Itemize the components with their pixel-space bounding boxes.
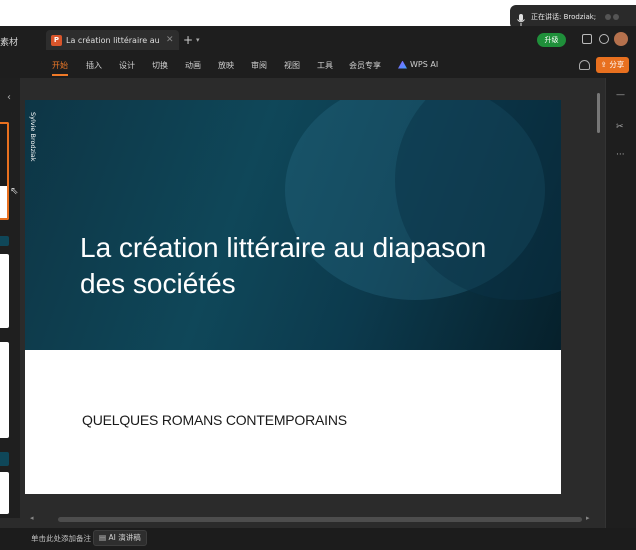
slide-title-line-1: La création littéraire au diapason (80, 232, 487, 263)
app-window: 正在讲话: Brodziak; 素材 P La création littéra… (0, 0, 636, 550)
tab-document-title: La création littéraire au d (66, 35, 162, 45)
menu-insert[interactable]: 插入 (86, 60, 102, 71)
slide-title-line-2: des sociétés (80, 268, 236, 299)
tab-bar: 素材 P La création littéraire au d ✕ + ▾ 升… (0, 26, 636, 54)
wps-ai-icon (398, 60, 407, 69)
close-tab-icon[interactable]: ✕ (166, 35, 174, 45)
slide-canvas[interactable]: Sylvie Brodziak La création littéraire a… (25, 100, 561, 494)
menu-bar: 开始 插入 设计 切换 动画 放映 审阅 视图 工具 会员专享 WPS AI ⇪… (0, 54, 636, 78)
wps-ai-button[interactable]: WPS AI (398, 60, 438, 69)
menu-review[interactable]: 审阅 (251, 60, 267, 71)
menu-tools[interactable]: 工具 (317, 60, 333, 71)
collapse-panel-icon[interactable]: ‹ (7, 92, 11, 103)
slide-thumbnail-2-top[interactable] (0, 236, 9, 246)
minimize-panel-icon[interactable]: — (616, 90, 625, 100)
menu-view[interactable]: 视图 (284, 60, 300, 71)
tab-document[interactable]: P La création littéraire au d ✕ (46, 30, 179, 50)
slide-thumbnail-4-top[interactable] (0, 452, 9, 466)
slide-thumbnail-1[interactable] (0, 122, 9, 220)
tools-icon[interactable]: ✂ (616, 122, 624, 132)
chevron-down-icon[interactable]: ▾ (196, 36, 200, 44)
upgrade-button[interactable]: 升级 (537, 33, 566, 47)
status-bar: 单击此处添加备注 ▤ AI 演讲稿 (0, 528, 636, 550)
active-tab-indicator (52, 74, 68, 76)
scroll-left-icon[interactable]: ◂ (30, 514, 34, 522)
presentation-icon: P (51, 34, 62, 46)
ai-speech-notes-label: AI 演讲稿 (108, 533, 141, 542)
horizontal-scrollbar[interactable] (58, 517, 582, 522)
vertical-scrollbar[interactable] (594, 88, 602, 518)
settings-icon[interactable] (599, 34, 609, 44)
notes-placeholder[interactable]: 单击此处添加备注 (31, 533, 91, 544)
slide-thumbnail-3[interactable] (0, 342, 9, 438)
notes-icon: ▤ (99, 533, 107, 542)
cloud-icon[interactable] (579, 60, 590, 70)
share-label: 分享 (609, 60, 625, 69)
more-icon[interactable]: ··· (616, 150, 625, 160)
slide-subtitle[interactable]: QUELQUES ROMANS CONTEMPORAINS (82, 412, 347, 428)
ai-speech-notes-button[interactable]: ▤ AI 演讲稿 (93, 530, 147, 546)
speaker-avatars (605, 14, 620, 20)
author-vertical-text[interactable]: Sylvie Brodziak (25, 112, 37, 162)
avatar[interactable] (614, 32, 628, 46)
slide-title[interactable]: La création littéraire au diapason des s… (80, 230, 520, 302)
menu-member[interactable]: 会员专享 (349, 60, 381, 71)
menu-home[interactable]: 开始 (52, 60, 68, 71)
right-toolbar (605, 78, 636, 528)
menu-animations[interactable]: 动画 (185, 60, 201, 71)
menu-transitions[interactable]: 切换 (152, 60, 168, 71)
share-icon: ⇪ (600, 60, 607, 69)
tab-materials[interactable]: 素材 (0, 35, 18, 48)
vertical-scrollbar-thumb[interactable] (597, 93, 600, 133)
window-icon[interactable] (582, 34, 592, 44)
new-tab-button[interactable]: + (183, 33, 193, 47)
thumbnail-content (0, 186, 7, 218)
scroll-right-icon[interactable]: ▸ (586, 514, 590, 522)
mouse-cursor-icon: ⇖ (10, 186, 19, 197)
menu-design[interactable]: 设计 (119, 60, 135, 71)
share-button[interactable]: ⇪ 分享 (596, 57, 629, 73)
slide-thumbnail-2[interactable] (0, 254, 9, 328)
wps-ai-label: WPS AI (410, 60, 439, 69)
speaking-label: 正在讲话: Brodziak; (531, 13, 597, 21)
slide-thumbnail-4[interactable] (0, 472, 9, 514)
title-background: Sylvie Brodziak La création littéraire a… (25, 100, 561, 350)
microphone-icon (516, 11, 526, 26)
menu-slideshow[interactable]: 放映 (218, 60, 234, 71)
